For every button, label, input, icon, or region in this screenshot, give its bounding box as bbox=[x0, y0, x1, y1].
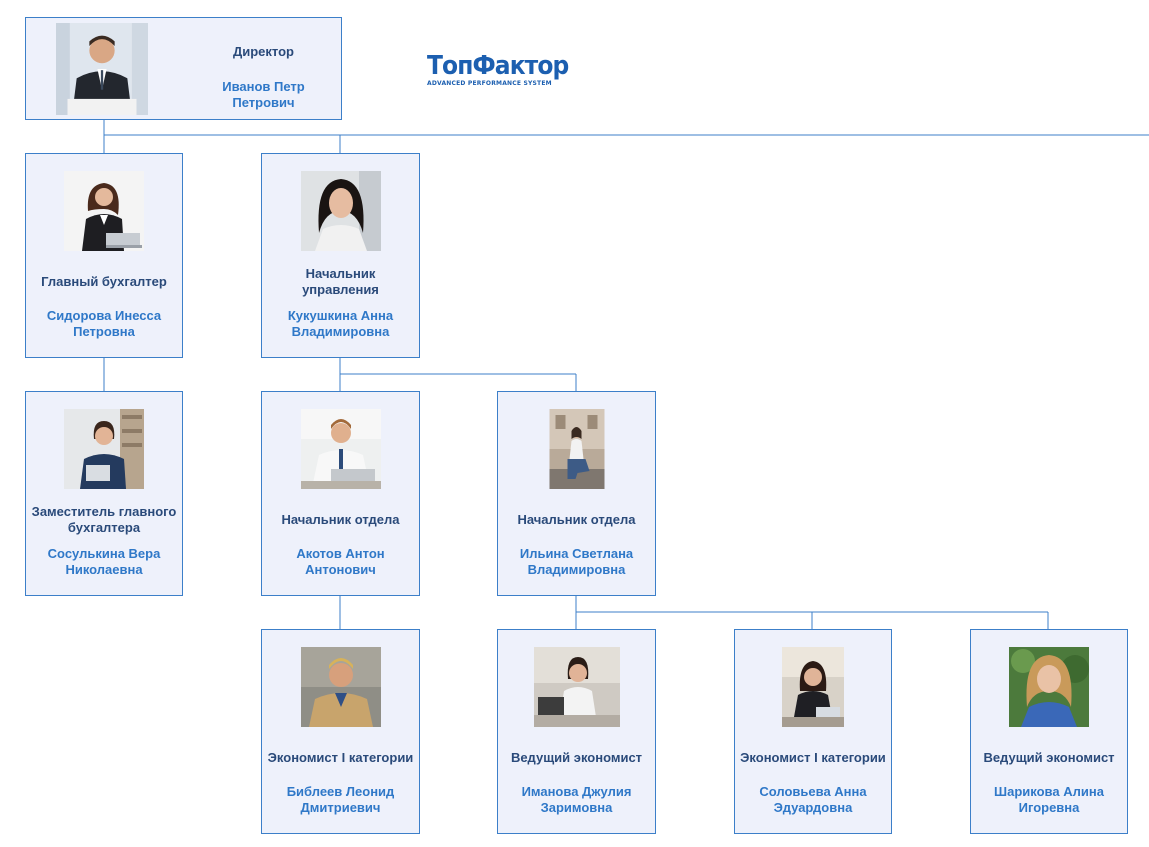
node-head-of-department-1[interactable]: Начальник отдела Акотов Антон Антонович bbox=[261, 391, 420, 596]
node-chief-accountant[interactable]: Главный бухгалтер Сидорова Инесса Петров… bbox=[25, 153, 183, 358]
node-role: Начальник отдела bbox=[281, 512, 400, 527]
node-role: Начальник управления bbox=[302, 266, 379, 297]
logo-wordmark: ТопФактор bbox=[427, 51, 569, 81]
node-role: Заместитель главного бухгалтера bbox=[31, 504, 177, 535]
logo-tagline: ADVANCED PERFORMANCE SYSTEM bbox=[427, 80, 552, 87]
node-person-name: Сидорова Инесса Петровна bbox=[46, 308, 162, 339]
node-person-name: Библеев Леонид Дмитриевич bbox=[286, 784, 395, 815]
photo-woman-laptop bbox=[64, 171, 144, 251]
node-lead-economist-1[interactable]: Ведущий экономист Иманова Джулия Заримов… bbox=[497, 629, 656, 834]
node-person-name: Шарикова Алина Игоревна bbox=[994, 784, 1104, 815]
node-person-name: Кукушкина Анна Владимировна bbox=[287, 308, 394, 339]
photo-woman-portrait bbox=[300, 171, 381, 251]
org-chart: Директор Иванов Петр Петрович ТопФактор … bbox=[0, 0, 1149, 847]
node-role: Директор bbox=[232, 44, 294, 59]
node-person-name: Соловьева Анна Эдуардовна bbox=[759, 784, 867, 815]
node-economist-1[interactable]: Экономист I категории Библеев Леонид Дми… bbox=[261, 629, 420, 834]
node-deputy-chief-accountant[interactable]: Заместитель главного бухгалтера Сосульки… bbox=[25, 391, 183, 596]
node-head-of-administration[interactable]: Начальник управления Кукушкина Анна Влад… bbox=[261, 153, 420, 358]
node-role: Ведущий экономист bbox=[983, 750, 1115, 765]
node-person-name: Акотов Антон Антонович bbox=[296, 546, 385, 577]
node-role: Экономист I категории bbox=[267, 750, 414, 765]
node-person-name: Сосулькина Вера Николаевна bbox=[47, 546, 161, 577]
node-role: Экономист I категории bbox=[740, 750, 886, 765]
photo-woman-office bbox=[64, 409, 144, 489]
node-role: Главный бухгалтер bbox=[41, 274, 167, 289]
node-person-name: Ильина Светлана Владимировна bbox=[519, 546, 634, 577]
photo-man-laptop bbox=[300, 409, 381, 489]
photo-woman-street bbox=[549, 409, 604, 489]
node-person-name: Иванов Петр Петрович bbox=[222, 79, 305, 110]
node-director[interactable]: Директор Иванов Петр Петрович bbox=[25, 17, 342, 120]
node-head-of-department-2[interactable]: Начальник отдела Ильина Светлана Владими… bbox=[497, 391, 656, 596]
photo-woman-phone bbox=[533, 647, 620, 727]
topfaktor-logo: ТопФактор ADVANCED PERFORMANCE SYSTEM bbox=[427, 51, 569, 94]
photo-woman-desk bbox=[782, 647, 844, 727]
node-lead-economist-2[interactable]: Ведущий экономист Шарикова Алина Игоревн… bbox=[970, 629, 1128, 834]
node-role: Ведущий экономист bbox=[510, 750, 643, 765]
node-economist-2[interactable]: Экономист I категории Соловьева Анна Эду… bbox=[734, 629, 892, 834]
photo-man-suit bbox=[56, 23, 148, 115]
node-role: Начальник отдела bbox=[517, 512, 636, 527]
node-person-name: Иманова Джулия Заримовна bbox=[521, 784, 632, 815]
photo-woman-smiling bbox=[1009, 647, 1089, 727]
photo-man-worker bbox=[300, 647, 381, 727]
